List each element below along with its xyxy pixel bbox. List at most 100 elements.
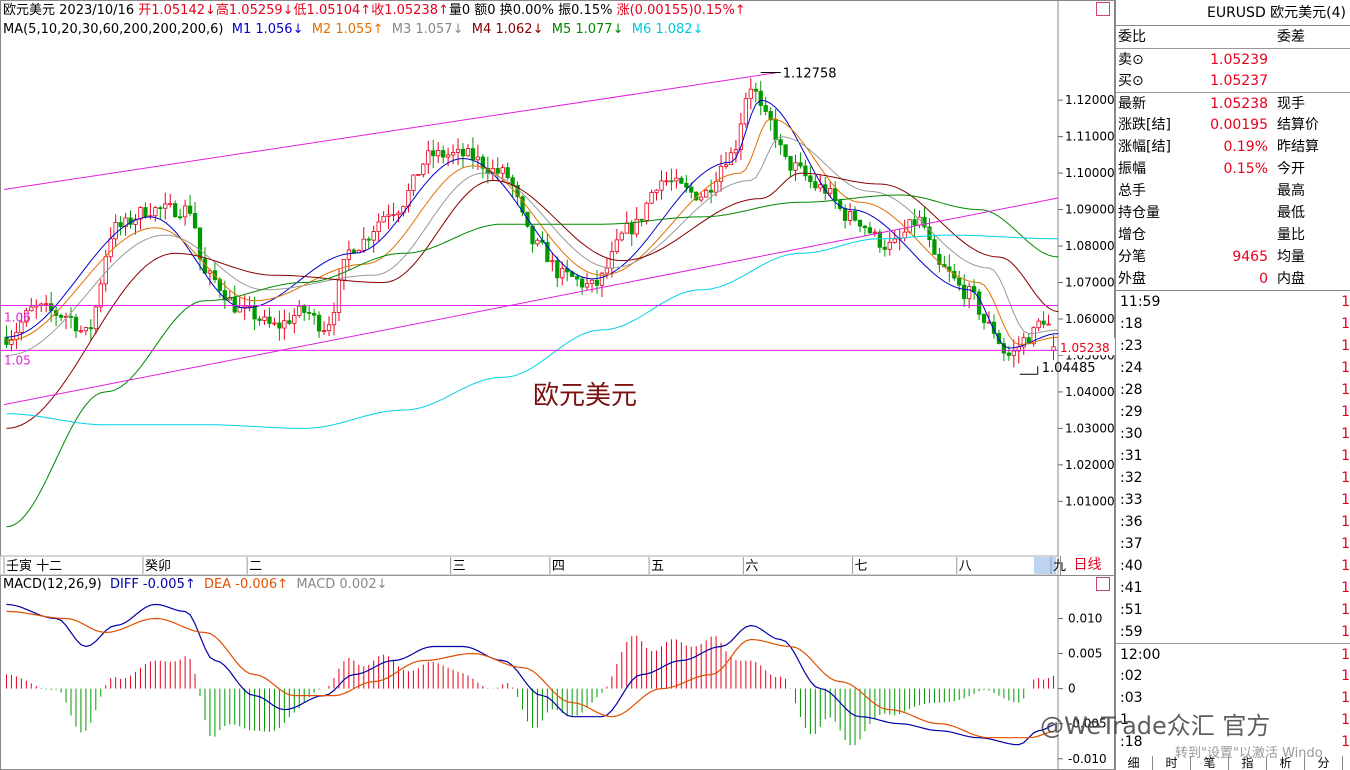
quote-l1: 委比	[1118, 29, 1146, 45]
candle-body	[78, 330, 84, 333]
quote-l2: 现手	[1277, 96, 1305, 112]
candle-body	[460, 148, 466, 157]
tick-time: :51	[1120, 602, 1143, 618]
tick-mark: 1	[1341, 316, 1350, 332]
candle-body	[639, 218, 644, 221]
candle-body	[376, 221, 381, 232]
tick-mark: 1	[1341, 712, 1350, 728]
tick-mark: 1	[1341, 602, 1350, 618]
candle-body	[158, 207, 163, 210]
candle-body	[862, 225, 868, 229]
tick-mark: 1	[1341, 536, 1350, 552]
candle-body	[277, 322, 282, 329]
candle-body	[550, 260, 555, 263]
quote-row: 最新 1.05238 现手	[1116, 92, 1350, 114]
quote-v1: 1.05239	[1210, 52, 1268, 68]
tick-mark: 1	[1341, 426, 1350, 442]
date-tick-label: 壬寅 十二	[6, 558, 62, 574]
amplitude-value: 振0.15%	[558, 3, 613, 18]
tick-mark: 1	[1341, 690, 1350, 706]
ma-legend-m5: M5 1.077↓	[551, 22, 624, 37]
quote-row: 持仓量 最低	[1116, 202, 1350, 224]
chart-canvas[interactable]: 1.010001.020001.030001.040001.050001.060…	[0, 0, 1115, 770]
candle-body	[83, 327, 89, 332]
tick-time: :24	[1120, 360, 1143, 376]
y-tick-label: 1.03000	[1065, 421, 1115, 435]
quote-row: 振幅 0.15% 今开	[1116, 158, 1350, 180]
tick-mark: 1	[1341, 624, 1350, 640]
candle-body	[530, 225, 535, 245]
candle-body	[302, 305, 307, 313]
hline-left-label: 1.06	[4, 310, 31, 324]
candle-body	[237, 307, 242, 313]
tick-row: :40 1	[1116, 555, 1350, 577]
quote-panel: EURUSD 欧元美元(4) 委比 委差 卖⊙ 1.05239 买⊙ 1.05237 最新 1…	[1115, 0, 1350, 770]
tick-mark: 1	[1341, 360, 1350, 376]
tick-row: :36 1	[1116, 511, 1350, 533]
macd-y-tick-label: 0	[1068, 682, 1076, 696]
quote-row: 委比 委差	[1116, 26, 1350, 48]
candle-body	[654, 189, 659, 193]
candle-body	[818, 184, 823, 189]
period-tab-daily[interactable]: 日线	[1060, 556, 1114, 575]
candle-body	[689, 186, 694, 193]
quote-l2: 量比	[1277, 227, 1305, 243]
candle-body	[465, 148, 471, 157]
macd-y-tick-label: 0.005	[1068, 647, 1102, 661]
macd-dea-line	[6, 610, 1054, 739]
tick-row: 11:59 1	[1116, 291, 1350, 313]
y-tick-label: 1.01000	[1065, 494, 1115, 508]
candle-body	[867, 227, 873, 234]
tick-row: :33 1	[1116, 489, 1350, 511]
candle-body	[758, 90, 763, 106]
candle-body	[659, 180, 664, 191]
side-tab[interactable]: 细	[1115, 756, 1153, 770]
tick-row: 12:00 1	[1116, 643, 1350, 665]
tick-time: :31	[1120, 448, 1143, 464]
macd-legend-macd: MACD 0.002↓	[296, 577, 388, 592]
y-tick-label: 1.02000	[1065, 458, 1115, 472]
quote-l2: 今开	[1277, 161, 1305, 177]
date-tick-label: 五	[651, 559, 664, 574]
candle-body	[470, 148, 476, 161]
amount-value: 额0	[474, 3, 496, 18]
quote-l1: 涨跌[结]	[1118, 117, 1171, 133]
candle-body	[58, 314, 64, 318]
candle-body	[297, 305, 302, 316]
indicator-settings-icon[interactable]	[1096, 577, 1110, 591]
candle-body	[178, 216, 183, 219]
candle-body	[828, 188, 833, 194]
candle-body	[748, 88, 753, 99]
quote-l2: 内盘	[1277, 271, 1305, 287]
macd-diff-line	[6, 603, 1054, 746]
candle-body	[153, 207, 158, 217]
date-tick-label: 三	[453, 559, 466, 574]
candle-body	[138, 207, 143, 220]
candle-body	[629, 223, 634, 235]
quote-v1: 0.00195	[1210, 117, 1268, 133]
candle-body	[307, 312, 312, 314]
candle-body	[614, 239, 619, 253]
quote-row: 涨幅[结] 0.19% 昨结算	[1116, 136, 1350, 158]
candle-body	[143, 207, 148, 218]
candle-body	[312, 313, 317, 316]
tick-mark: 1	[1341, 382, 1350, 398]
ma-legend-m1: M1 1.056↓	[231, 22, 304, 37]
tick-time: :40	[1120, 558, 1143, 574]
candle-body	[962, 284, 967, 300]
tick-time: :02	[1120, 668, 1143, 684]
quote-l1: 买⊙	[1118, 73, 1144, 89]
date-tick-label: 二	[249, 559, 262, 574]
candle-body	[436, 150, 441, 157]
tick-list[interactable]: 11:59 1:18 1:23 1:24 1:28 1:29 1:30 1:31 1:32 1:3…	[1116, 290, 1350, 753]
tick-time: :29	[1120, 404, 1143, 420]
candle-body	[361, 238, 366, 251]
candle-body	[778, 139, 783, 146]
candle-body	[495, 168, 500, 174]
candle-body	[455, 148, 461, 153]
candle-body	[957, 277, 962, 286]
ma-legend-m6: M6 1.082↓	[631, 22, 704, 37]
chart-settings-icon[interactable]	[1096, 2, 1110, 16]
candle-body	[88, 327, 93, 330]
candle-body	[996, 332, 1002, 344]
